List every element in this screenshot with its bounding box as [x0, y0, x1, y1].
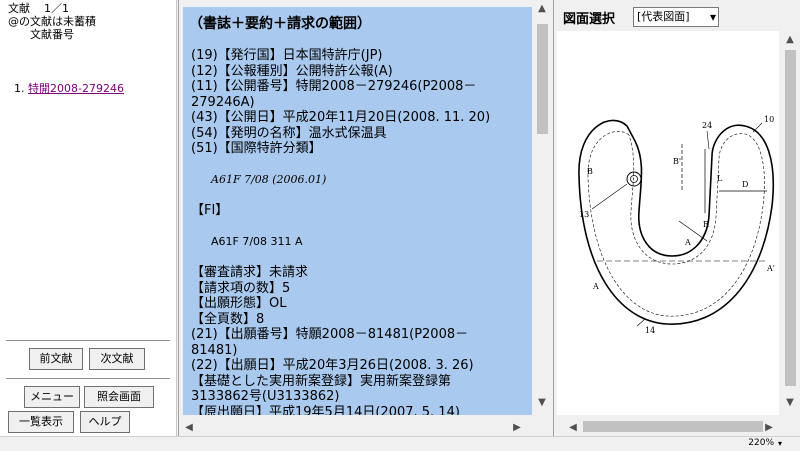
label-l: L [717, 174, 723, 183]
label-a-left: A [592, 282, 599, 291]
bibliography-content: （書誌＋要約＋請求の範囲） (19)【発行国】日本国特許庁(JP) (12)【公報… [183, 7, 532, 415]
label-10: 10 [764, 115, 774, 124]
warmer-outer-outline [578, 119, 775, 325]
doc-counter: 1／1 [44, 2, 69, 15]
list-view-button[interactable]: 一覧表示 [8, 411, 74, 433]
reference-screen-button[interactable]: 照会画面 [84, 386, 154, 408]
bibliography-line: (43)【公開日】平成20年11月20日(2008. 11. 20) [191, 110, 491, 125]
divider [6, 340, 170, 342]
bibliography-line [191, 219, 527, 235]
bibliography-line: 【全頁数】8 [191, 311, 265, 327]
bibliography-line: 279246A) [191, 94, 255, 110]
prev-document-button[interactable]: 前文献 [29, 348, 83, 370]
patent-drawing: 24 10 B B' L D 13 R A A A' 14 [578, 115, 775, 335]
scroll-down-arrow-icon[interactable]: ▼ [782, 396, 798, 410]
scroll-up-arrow-icon[interactable]: ▲ [782, 33, 798, 47]
bibliography-line: 【FI】 [191, 203, 229, 218]
bibliography-line: 【請求項の数】5 [191, 280, 291, 296]
zoom-level[interactable]: 220% [748, 437, 774, 450]
scroll-up-arrow-icon[interactable]: ▲ [534, 2, 550, 16]
bibliography-line: (51)【国際特許分類】 [191, 141, 322, 156]
leader-10 [752, 122, 763, 133]
bibliography-line: (11)【公開番号】特開2008－279246(P2008－ [191, 79, 477, 94]
next-document-button[interactable]: 次文献 [89, 348, 145, 370]
drawing-vertical-scroll-thumb[interactable] [785, 50, 796, 386]
bibliography-line: (21)【出願番号】特願2008－81481(P2008－ [191, 327, 469, 342]
label-24: 24 [702, 121, 712, 130]
scroll-left-arrow-icon[interactable]: ◀ [181, 421, 197, 435]
bibliography-line: 【審査請求】未請求 [191, 265, 309, 280]
bibliography-line: A61F 7/08 311 A [211, 235, 303, 248]
doc-number-label: 文献番号 [30, 28, 74, 41]
drawing-pane: 図面選択 [代表図面] ▾ 24 10 B B' L D 13 R A A A'… [555, 0, 800, 436]
vertical-scroll-thumb[interactable] [537, 24, 548, 134]
list-item-index: 1. [14, 82, 25, 95]
scroll-right-arrow-icon[interactable]: ▶ [509, 421, 525, 435]
divider [6, 378, 170, 380]
label-14: 14 [645, 326, 655, 335]
bibliography-lines: (19)【発行国】日本国特許庁(JP) (12)【公報種別】公開特許公報(A) (1… [191, 48, 527, 415]
chevron-down-icon[interactable]: ▾ [778, 437, 782, 450]
chevron-down-icon: ▾ [709, 10, 716, 24]
scroll-left-arrow-icon[interactable]: ◀ [565, 421, 581, 435]
label-d: D [742, 180, 748, 189]
drawing-select-value: [代表図面] [637, 10, 690, 23]
status-bar: 220% ▾ [0, 436, 800, 451]
bibliography-line: (12)【公報種別】公開特許公報(A) [191, 63, 393, 79]
leader-14 [636, 318, 646, 327]
help-button[interactable]: ヘルプ [80, 411, 130, 433]
drawing-select-dropdown[interactable]: [代表図面] ▾ [633, 7, 719, 27]
bibliography-line: 【出願形態】OL [191, 296, 287, 311]
bibliography-line: 3133862号(U3133862) [191, 389, 340, 404]
bibliography-line: 【基礎とした実用新案登録】実用新案登録第 [191, 373, 452, 389]
bibliography-line: A61F 7/08 (2006.01) [211, 173, 327, 186]
leader-24 [706, 130, 710, 150]
label-r: R [703, 220, 710, 229]
bibliography-line [191, 157, 527, 173]
doc-label: 文献 [8, 2, 30, 15]
document-list-pane: 文献 1／1 @の文献は未蓄積 文献番号 1. 特開2008-279246 前文… [0, 0, 177, 436]
drawing-select-title: 図面選択 [563, 12, 616, 27]
document-list: 1. 特開2008-279246 [14, 80, 124, 96]
scroll-down-arrow-icon[interactable]: ▼ [534, 396, 550, 410]
bibliography-line [191, 188, 527, 204]
bibliography-line: (54)【発明の名称】温水式保温具 [191, 125, 387, 141]
bibliography-heading: （書誌＋要約＋請求の範囲） [189, 16, 371, 32]
cap-inner [630, 175, 638, 183]
horizontal-scrollbar[interactable] [179, 418, 551, 435]
bibliography-pane: （書誌＋要約＋請求の範囲） (19)【発行国】日本国特許庁(JP) (12)【公報… [178, 0, 554, 436]
label-b: B [587, 167, 593, 176]
label-13: 13 [579, 210, 589, 219]
bibliography-line: 【原出願日】平成19年5月14日(2007. 5. 14) [191, 404, 460, 416]
leader-13 [591, 183, 628, 210]
menu-button[interactable]: メニュー [24, 386, 80, 408]
bibliography-line [191, 250, 527, 266]
drawing-horizontal-scroll-thumb[interactable] [583, 421, 763, 432]
bibliography-line: 81481) [191, 342, 238, 358]
drawing-viewport: 24 10 B B' L D 13 R A A A' 14 [557, 31, 779, 415]
list-item: 1. 特開2008-279246 [14, 80, 124, 96]
label-a-center: A [684, 238, 691, 247]
unstored-note: @の文献は未蓄積 [8, 15, 96, 28]
label-a-prime: A' [766, 264, 775, 273]
cap-outer [626, 171, 642, 187]
label-b-prime: B' [673, 157, 681, 166]
document-link[interactable]: 特開2008-279246 [28, 82, 124, 95]
bibliography-line: (19)【発行国】日本国特許庁(JP) [191, 48, 383, 63]
bibliography-line: (22)【出願日】平成20年3月26日(2008. 3. 26) [191, 358, 474, 373]
scroll-right-arrow-icon[interactable]: ▶ [761, 421, 777, 435]
